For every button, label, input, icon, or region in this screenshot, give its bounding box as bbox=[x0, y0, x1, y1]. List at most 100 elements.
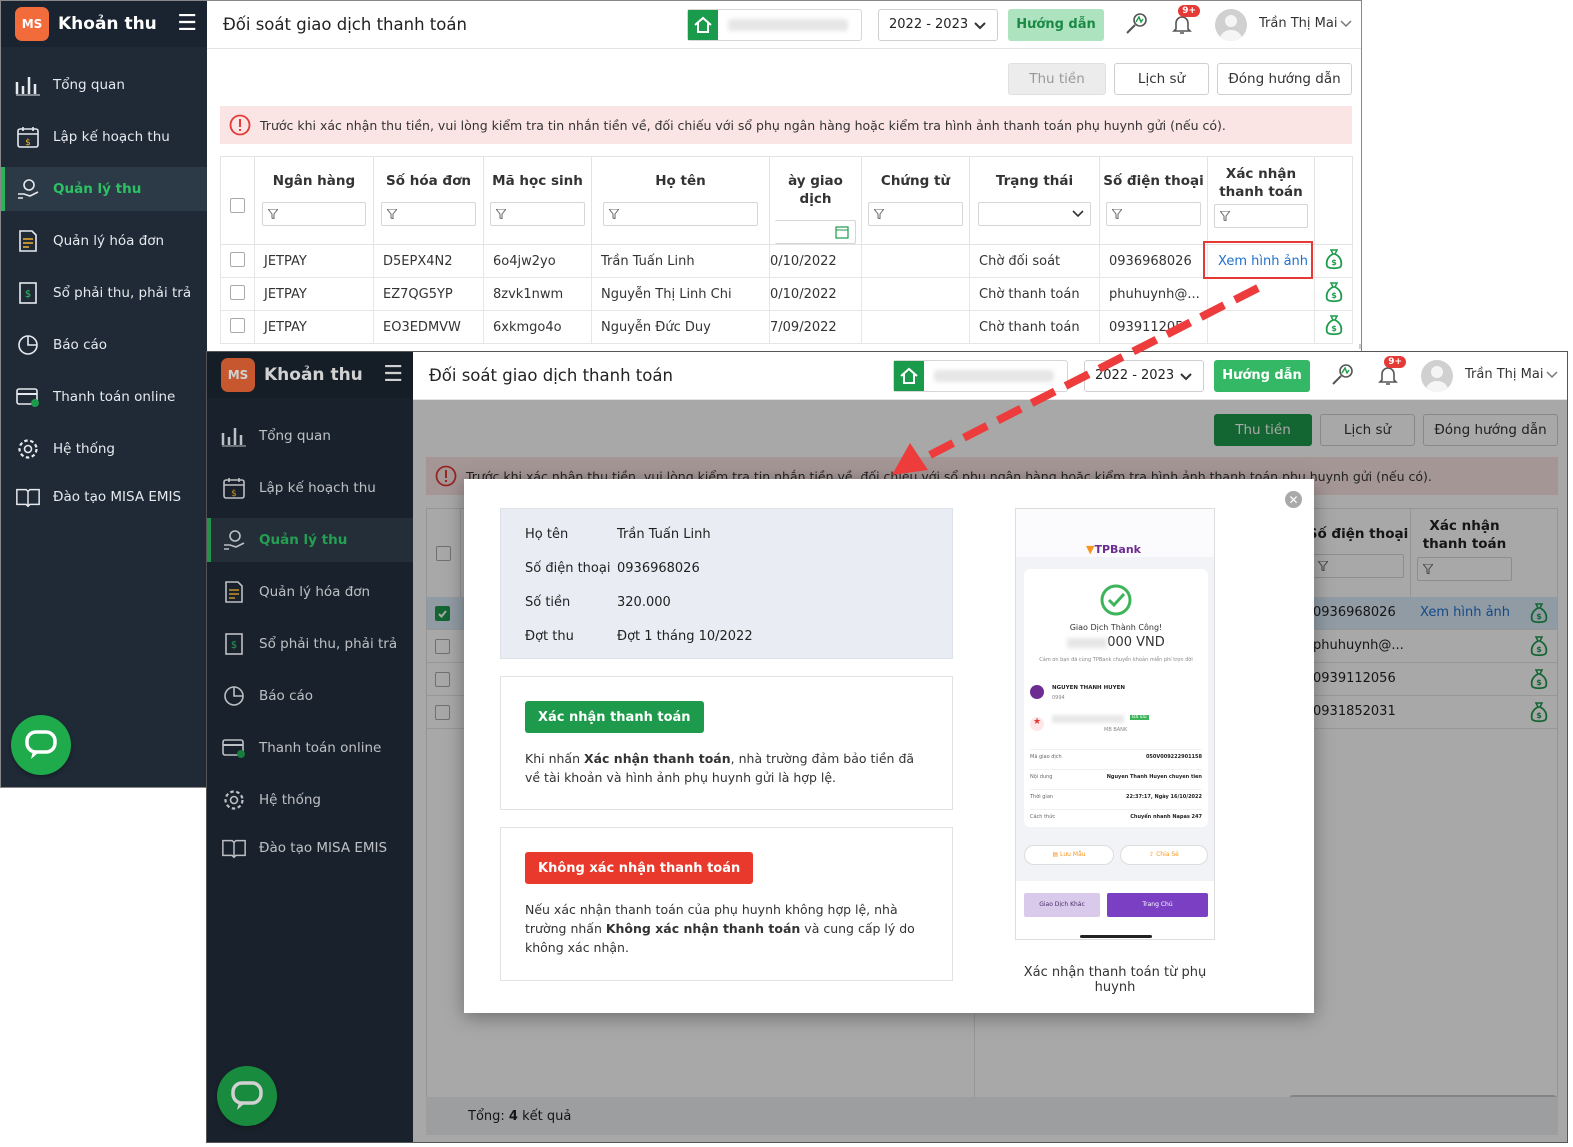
filter-input[interactable] bbox=[490, 202, 585, 226]
desc-text: Khi nhấn bbox=[525, 751, 584, 766]
cell-bank: JETPAY bbox=[254, 310, 374, 344]
row-checkbox[interactable] bbox=[230, 251, 245, 267]
sidebar-item-1[interactable]: $ Lập kế hoạch thu bbox=[1, 115, 207, 159]
svg-text:$: $ bbox=[1331, 291, 1337, 300]
field-label-name: Họ tên bbox=[525, 527, 569, 542]
sidebar: MS Khoản thu ☰ Tổng quan $ Lập kế hoạch th… bbox=[1, 1, 207, 787]
user-name[interactable]: Trần Thị Mai bbox=[1259, 16, 1337, 31]
cell-date: 0/10/2022 bbox=[769, 244, 862, 278]
receipt-field-value: 22:37:17, Ngày 16/10/2022 bbox=[1126, 794, 1202, 800]
svg-text:$: $ bbox=[1331, 324, 1337, 333]
filter-icon bbox=[496, 209, 507, 219]
magic-search-icon[interactable] bbox=[1122, 9, 1152, 39]
chevron-down-icon bbox=[1072, 210, 1084, 218]
desc-bold: Xác nhận thanh toán bbox=[583, 751, 731, 766]
sidebar-item-3[interactable]: Quản lý hóa đơn bbox=[1, 219, 207, 263]
success-check-icon bbox=[1100, 584, 1132, 616]
gear-icon bbox=[15, 436, 41, 462]
guide-button[interactable]: Hướng dẫn bbox=[1008, 8, 1104, 41]
hamburger-menu-icon[interactable]: ☰ bbox=[177, 13, 197, 35]
filter-input[interactable] bbox=[1106, 202, 1201, 226]
sidebar-item-4[interactable]: $ Sổ phải thu, phải trả bbox=[1, 271, 207, 315]
svg-text:$: $ bbox=[25, 289, 31, 300]
cell-status: Chờ đối soát bbox=[969, 244, 1100, 278]
avatar[interactable] bbox=[1215, 9, 1247, 41]
collect-money-button[interactable]: Thu tiền bbox=[1008, 63, 1106, 95]
cell-name: Trần Tuấn Linh bbox=[591, 244, 770, 278]
row-checkbox[interactable] bbox=[230, 284, 245, 300]
svg-text:$: $ bbox=[25, 138, 31, 148]
column-header-label: Số điện thoại bbox=[1103, 173, 1204, 189]
sidebar-item-label: Tổng quan bbox=[53, 77, 125, 93]
payment-confirmation-dialog: ✕ Họ tên Trần Tuấn Linh Số điện thoại 0936… bbox=[464, 479, 1314, 1013]
sidebar-item-8[interactable]: Đào tạo MISA EMIS bbox=[1, 475, 207, 519]
receipt-field-value: 050V009222901158 bbox=[1145, 754, 1202, 760]
row-checkbox[interactable] bbox=[230, 317, 245, 333]
user-name[interactable]: Trần Thị Mai bbox=[1465, 367, 1543, 382]
cell-date-text: 7/09/2022 bbox=[770, 319, 837, 335]
notification-bell-icon[interactable]: 9+ bbox=[1373, 356, 1406, 390]
receipt-field-key: Cách thức bbox=[1030, 814, 1056, 820]
receipt-share-label: Chia Sẻ bbox=[1156, 851, 1179, 858]
avatar[interactable] bbox=[1421, 360, 1453, 392]
money-bag-icon: $ bbox=[1325, 315, 1343, 336]
receipt-field: Nội dung Nguyen Thanh Huyen chuyen tien bbox=[1030, 769, 1202, 780]
filter-icon bbox=[1112, 209, 1123, 219]
column-header-label: Chứng từ bbox=[880, 173, 951, 189]
collect-action-cell[interactable]: $ bbox=[1314, 244, 1353, 278]
collect-action-cell[interactable]: $ bbox=[1314, 277, 1353, 311]
history-button[interactable]: Lịch sử bbox=[1114, 63, 1209, 95]
money-bag-icon: $ bbox=[1325, 249, 1343, 270]
filter-input[interactable] bbox=[868, 202, 963, 226]
sidebar-item-2[interactable]: Quản lý thu bbox=[1, 167, 207, 211]
payment-receipt-image[interactable]: ▼TPBank Giao Dịch Thành Công! 000 VND Cả… bbox=[1015, 508, 1215, 940]
field-value-amount: 320.000 bbox=[617, 595, 671, 610]
filter-input[interactable] bbox=[380, 202, 477, 226]
table-row[interactable]: JETPAY D5EPX4N2 6o4jw2yo Trần Tuấn Linh 0/10… bbox=[220, 244, 1353, 278]
receipt-field: Cách thức Chuyển nhanh Napas 247 bbox=[1030, 809, 1202, 820]
school-selector[interactable] bbox=[687, 8, 862, 41]
sidebar-item-6[interactable]: Thanh toán online bbox=[1, 375, 207, 419]
cell-bank-text: JETPAY bbox=[264, 319, 307, 335]
notification-badge: 9+ bbox=[1178, 5, 1200, 17]
row-checkbox-cell bbox=[220, 244, 255, 278]
sidebar-item-7[interactable]: Hệ thống bbox=[1, 427, 207, 471]
reject-card: Không xác nhận thanh toán Nếu xác nhận t… bbox=[500, 827, 953, 981]
user-menu-chevron-icon[interactable] bbox=[1340, 19, 1352, 29]
receipt-save-label: Lưu Mẫu bbox=[1060, 851, 1086, 858]
reject-payment-button[interactable]: Không xác nhận thanh toán bbox=[525, 852, 754, 884]
notification-badge: 9+ bbox=[1384, 356, 1406, 368]
row-checkbox-cell bbox=[220, 277, 255, 311]
confirm-description: Khi nhấn Xác nhận thanh toán, nhà trường… bbox=[525, 749, 928, 787]
filter-input[interactable] bbox=[602, 202, 759, 226]
filter-icon bbox=[874, 209, 885, 219]
close-guide-button[interactable]: Đóng hướng dẫn bbox=[1217, 63, 1352, 95]
column-header-label: Trạng thái bbox=[995, 173, 1074, 189]
close-icon[interactable]: ✕ bbox=[1285, 491, 1302, 508]
status-filter-select[interactable] bbox=[977, 202, 1092, 226]
date-filter-input[interactable] bbox=[775, 220, 856, 244]
cell-student-text: 8zvk1nwm bbox=[493, 286, 564, 302]
chat-support-button[interactable] bbox=[11, 715, 71, 775]
magic-search-icon[interactable] bbox=[1328, 360, 1358, 390]
cell-bank-text: JETPAY bbox=[264, 253, 307, 269]
cell-student: 8zvk1nwm bbox=[483, 277, 592, 311]
filter-input[interactable] bbox=[262, 202, 366, 226]
alert-circle-icon bbox=[229, 114, 251, 136]
column-header-0: Ngân hàng bbox=[254, 156, 374, 245]
confirm-payment-button[interactable]: Xác nhận thanh toán bbox=[525, 701, 704, 733]
sidebar-item-0[interactable]: Tổng quan bbox=[1, 63, 207, 107]
cell-name-text: Nguyễn Thị Linh Chi bbox=[601, 286, 732, 302]
collect-action-cell[interactable]: $ bbox=[1314, 310, 1353, 344]
sidebar-brand: MS Khoản thu ☰ bbox=[1, 1, 207, 47]
cell-name-text: Trần Tuấn Linh bbox=[601, 253, 695, 269]
filter-input[interactable] bbox=[1214, 204, 1308, 228]
select-all-checkbox[interactable] bbox=[230, 198, 245, 213]
column-header-label: Xác nhận thanh toán bbox=[1219, 166, 1303, 200]
notification-bell-icon[interactable]: 9+ bbox=[1167, 5, 1200, 39]
school-year-select[interactable]: 2022 - 2023 bbox=[878, 8, 998, 41]
sidebar-item-label: Đào tạo MISA EMIS bbox=[53, 489, 182, 505]
column-header-2: Mã học sinh bbox=[483, 156, 592, 245]
sidebar-item-5[interactable]: Báo cáo bbox=[1, 323, 207, 367]
user-menu-chevron-icon[interactable] bbox=[1546, 370, 1558, 380]
